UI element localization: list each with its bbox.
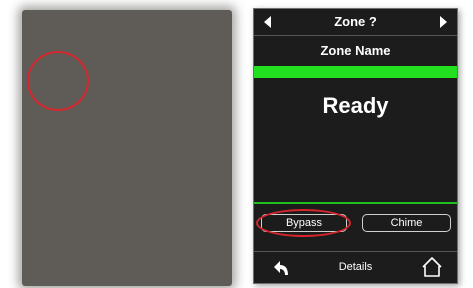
divider-line — [254, 202, 457, 204]
zone-name: Zone Name — [320, 43, 391, 58]
chime-button[interactable]: Chime — [362, 214, 451, 232]
highlight-circle-annotation — [27, 51, 89, 111]
footer-bar: Details — [254, 251, 457, 284]
status-bar — [254, 66, 457, 78]
zone-title: Zone ? — [334, 14, 377, 29]
arrow-right-icon[interactable] — [440, 16, 447, 28]
keypad-screen: Zone ? Zone Name Ready Bypass Chime Deta… — [253, 8, 458, 284]
home-icon[interactable] — [421, 256, 443, 278]
bypass-button[interactable]: Bypass — [261, 214, 347, 232]
zone-status: Ready — [322, 93, 389, 118]
zone-header: Zone ? — [254, 9, 457, 36]
